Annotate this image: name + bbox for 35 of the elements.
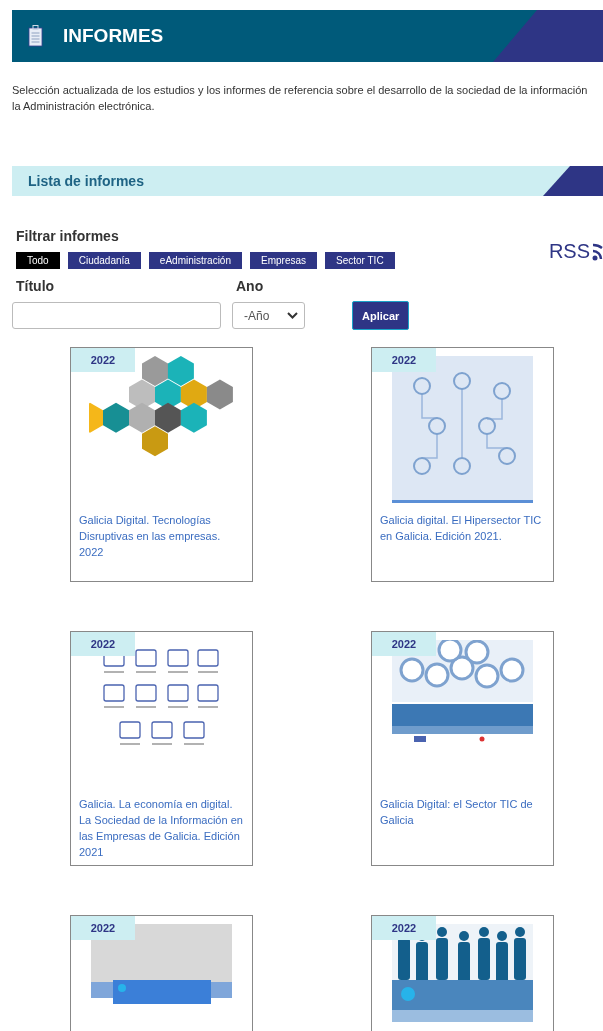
year-select[interactable]: -Año <box>232 302 305 329</box>
report-title-link[interactable]: Galicia Digital: el Sector TIC de Galicia <box>372 790 553 828</box>
filter-tab[interactable]: Empresas <box>250 252 317 269</box>
year-label: 2022 <box>71 348 135 372</box>
year-label: 2022 <box>372 632 436 656</box>
report-card[interactable]: 2022 Galicia Digital: el Sector TIC de Galicia <box>371 631 554 866</box>
corner-stripe <box>543 166 603 196</box>
report-title-link[interactable]: Galicia digital. El Hipersector TIC en Galicia. Edición 2021. <box>372 506 553 544</box>
year-label: 2022 <box>71 916 135 940</box>
field-label: Título <box>16 278 56 295</box>
year-label: 2022 <box>71 632 135 656</box>
report-title-link[interactable]: Galicia. La economía en digital. La Sociedad de la Información en las Empresas de Galicia. Edición 2021 <box>71 790 252 860</box>
filter-tab[interactable]: Sector TIC <box>325 252 395 269</box>
rss-icon <box>592 242 603 261</box>
page-title: INFORMES <box>63 25 164 47</box>
chevron-icon <box>287 312 298 319</box>
report-title-link[interactable]: Galicia Digital. Tecnologías Disruptivas en las empresas. 2022 <box>71 506 252 560</box>
report-card[interactable]: 2022 <box>371 915 554 1031</box>
apply-button[interactable]: Aplicar <box>352 301 410 330</box>
filter-tab[interactable]: eAdministración <box>148 252 242 269</box>
title-field[interactable] <box>12 302 221 329</box>
year-label: 2022 <box>372 348 436 372</box>
report-card[interactable]: 2022 Galicia Digital. Tecnologías Disruptivas en las empresas. 2022 <box>70 347 253 582</box>
report-card[interactable]: 2022 Galicia. La economía en digital. La Sociedad de la Información en las Empresas de Galicia. Edición 2021 <box>70 631 253 866</box>
report-card[interactable]: 2022 <box>70 915 253 1031</box>
field-label: Ano <box>236 278 264 295</box>
filter-tab[interactable]: Ciudadanía <box>67 252 141 269</box>
document-icon <box>27 25 44 47</box>
intro-text: Selección actualizada de los estudios y los informes de referencia sobre el desarrollo de la sociedad de la información la Administración electrónica. <box>12 83 589 114</box>
filter-heading: Filtrar informes <box>16 228 120 245</box>
year-label: 2022 <box>372 916 436 940</box>
section-title: Lista de informes <box>28 173 144 189</box>
report-card[interactable]: 2022 Galicia digital. El Hipersector TIC en Galicia. Edición 2021. <box>371 347 554 582</box>
filter-tab[interactable]: Todo <box>16 252 60 269</box>
rss-link[interactable]: RSS <box>548 240 603 263</box>
